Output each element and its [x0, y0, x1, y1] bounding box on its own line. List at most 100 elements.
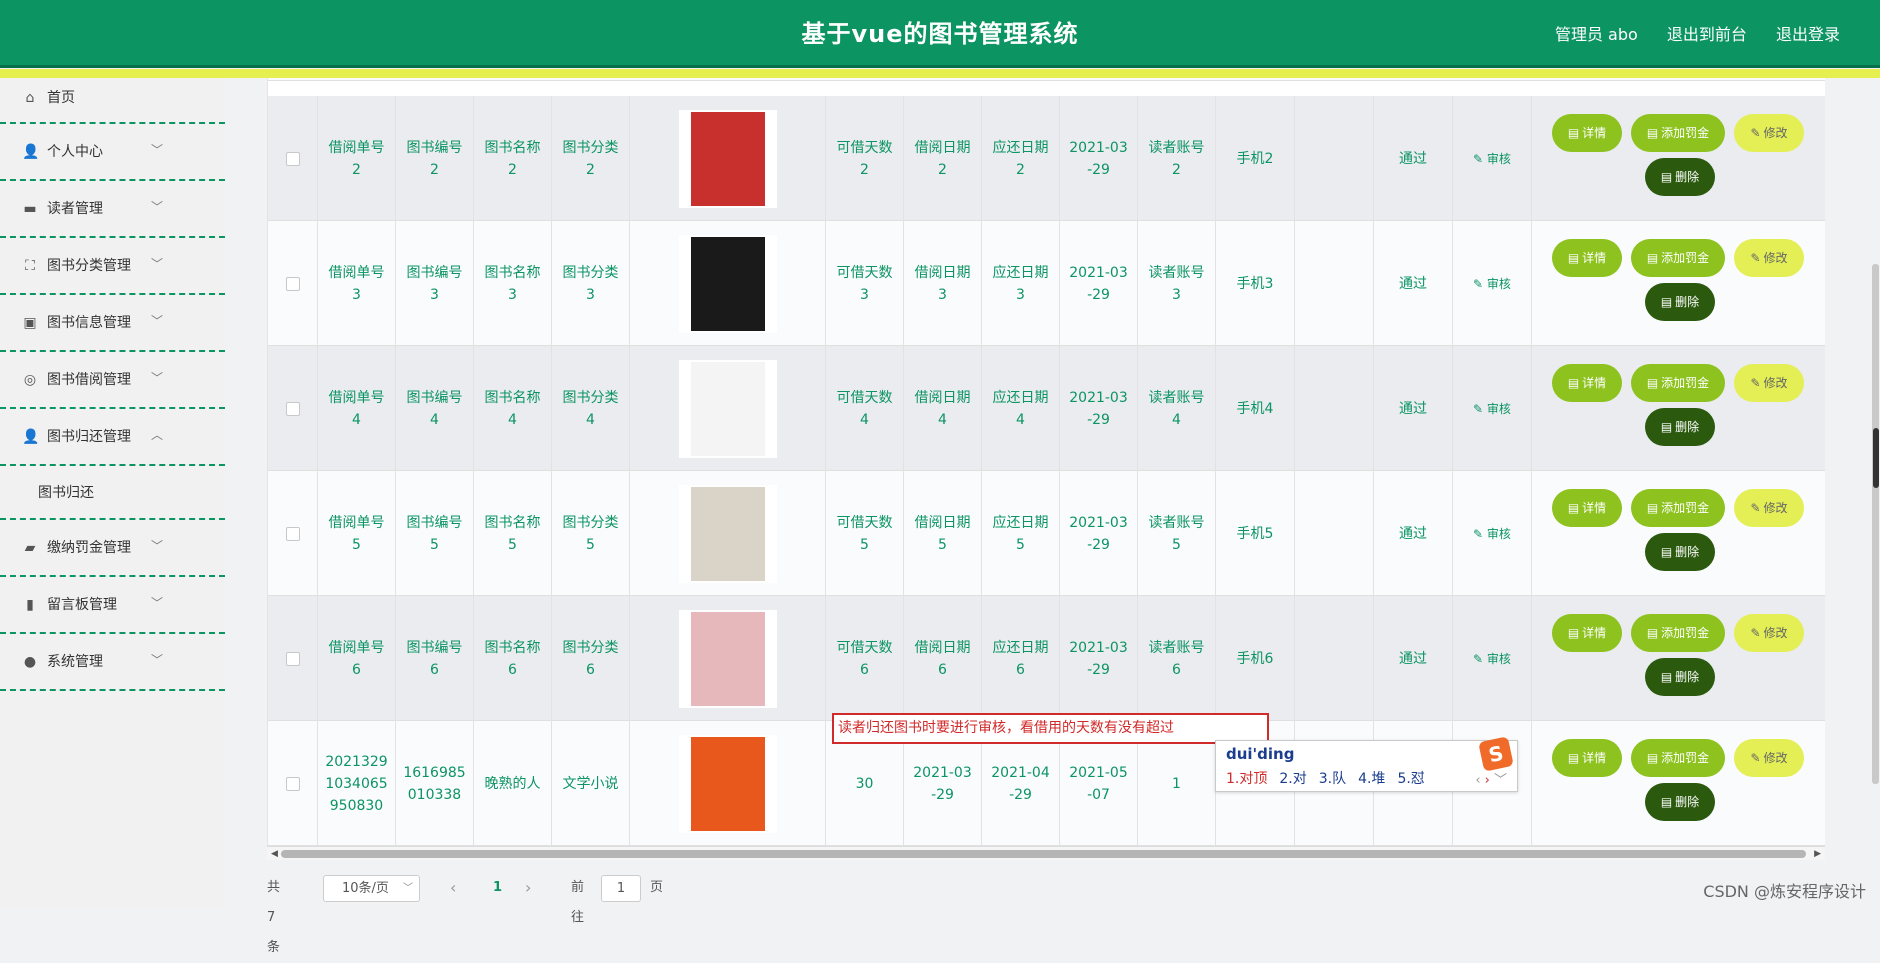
- ime-candidate[interactable]: 2.对: [1279, 771, 1306, 787]
- cell-line: -29: [1087, 661, 1110, 678]
- book-cover-image: [678, 109, 777, 208]
- sidebar-item-label: 首页: [47, 90, 75, 106]
- cell-text: 可借天数 3: [837, 262, 893, 306]
- edit-button[interactable]: ✎ 修改: [1734, 114, 1804, 152]
- cell-borrow-date: 借阅日期 4: [904, 346, 982, 471]
- row-checkbox[interactable]: [285, 276, 300, 291]
- cell-line: 手机6: [1236, 650, 1274, 667]
- vertical-scrollbar[interactable]: [1871, 78, 1880, 908]
- delete-button[interactable]: ▤ 删除: [1645, 783, 1715, 821]
- cell-borrow-no: 借阅单号 6: [318, 596, 396, 721]
- sidebar-item-5[interactable]: ◎ 图书借阅管理 ﹀: [0, 352, 225, 409]
- cell-text: 可借天数 6: [837, 637, 893, 681]
- ime-page-nav[interactable]: ‹ › ﹀: [1475, 769, 1507, 788]
- add-fine-button[interactable]: ▤ 添加罚金: [1631, 114, 1725, 152]
- cell-line: 2: [352, 161, 361, 178]
- admin-label[interactable]: 管理员 abo: [1555, 25, 1638, 44]
- cell-due-date: 应还日期 6: [982, 596, 1060, 721]
- sidebar-item-8[interactable]: ▮ 留言板管理 ﹀: [0, 577, 225, 634]
- delete-button[interactable]: ▤ 删除: [1645, 408, 1715, 446]
- detail-button[interactable]: ▤ 详情: [1552, 614, 1622, 652]
- vertical-scroll-thumb[interactable]: [1872, 264, 1879, 784]
- audit-link[interactable]: ✎ 审核: [1473, 148, 1511, 170]
- delete-button[interactable]: ▤ 删除: [1645, 283, 1715, 321]
- cell-line: 借阅日期: [914, 139, 971, 156]
- detail-button[interactable]: ▤ 详情: [1552, 739, 1622, 777]
- cell-line: 6: [430, 661, 439, 678]
- ime-candidate[interactable]: 1.对顶: [1226, 771, 1267, 787]
- edit-button[interactable]: ✎ 修改: [1734, 364, 1804, 402]
- detail-button[interactable]: ▤ 详情: [1552, 364, 1622, 402]
- cell-line: -29: [1087, 161, 1110, 178]
- button-label: 添加罚金: [1661, 626, 1710, 640]
- delete-button[interactable]: ▤ 删除: [1645, 658, 1715, 696]
- sidebar-item-9[interactable]: ● 系统管理 ﹀: [0, 634, 225, 691]
- cell-text: 2021-05 -07: [1069, 762, 1128, 806]
- current-page[interactable]: 1: [493, 873, 502, 903]
- edit-button[interactable]: ✎ 修改: [1734, 489, 1804, 527]
- table-row: 借阅单号 5 图书编号 5 图书名称 5 图书分类 5 可借天数 5 借阅日期 5 应还日期 5 2021-…: [268, 471, 1825, 596]
- cell-line: 借阅日期: [914, 639, 971, 656]
- sidebar-item-3[interactable]: ⛶ 图书分类管理 ﹀: [0, 238, 225, 295]
- delete-icon: ▤: [1660, 170, 1673, 184]
- scroll-right-arrow[interactable]: ▶: [1814, 847, 1821, 861]
- goto-page-input[interactable]: 1: [601, 875, 641, 902]
- edit-button[interactable]: ✎ 修改: [1734, 614, 1804, 652]
- horizontal-scroll-thumb[interactable]: [281, 850, 1806, 858]
- row-checkbox[interactable]: [285, 651, 300, 666]
- audit-link[interactable]: ✎ 审核: [1473, 648, 1511, 670]
- cell-text: 图书名称 3: [485, 262, 541, 306]
- detail-button[interactable]: ▤ 详情: [1552, 239, 1622, 277]
- add-fine-button[interactable]: ▤ 添加罚金: [1631, 739, 1725, 777]
- sidebar-item-4[interactable]: ▣ 图书信息管理 ﹀: [0, 295, 225, 352]
- add-fine-button[interactable]: ▤ 添加罚金: [1631, 489, 1725, 527]
- cell-line: 应还日期: [992, 639, 1049, 656]
- cell-days: 可借天数 4: [826, 346, 904, 471]
- sidebar-item-6[interactable]: 👤 图书归还管理 ︿: [0, 409, 225, 466]
- row-checkbox[interactable]: [285, 401, 300, 416]
- ime-candidate[interactable]: 4.堆: [1358, 771, 1385, 787]
- target-icon: ◎: [23, 372, 37, 388]
- edit-button[interactable]: ✎ 修改: [1734, 739, 1804, 777]
- sidebar-item-7[interactable]: ▰ 缴纳罚金管理 ﹀: [0, 520, 225, 577]
- cell-line: 借阅日期: [914, 264, 971, 281]
- row-checkbox[interactable]: [285, 526, 300, 541]
- cell-line: 1616985: [403, 764, 466, 781]
- audit-link[interactable]: ✎ 审核: [1473, 523, 1511, 545]
- row-checkbox[interactable]: [285, 776, 300, 791]
- logout-link[interactable]: 退出登录: [1776, 25, 1840, 44]
- select-cell: [268, 721, 318, 846]
- next-page-button[interactable]: ›: [525, 873, 531, 903]
- user-icon: 👤: [22, 429, 40, 445]
- ime-candidate[interactable]: 5.怼: [1397, 771, 1424, 787]
- cell-book-no: 图书编号 3: [396, 221, 474, 346]
- delete-button[interactable]: ▤ 删除: [1645, 533, 1715, 571]
- add-fine-button[interactable]: ▤ 添加罚金: [1631, 614, 1725, 652]
- cell-status: 通过: [1374, 96, 1453, 221]
- sidebar-subitem-return[interactable]: 图书归还: [0, 466, 225, 520]
- cell-line: 手机4: [1236, 400, 1274, 417]
- back-to-front-link[interactable]: 退出到前台: [1667, 25, 1747, 44]
- cell-line: 图书编号: [406, 389, 463, 406]
- audit-link[interactable]: ✎ 审核: [1473, 273, 1511, 295]
- add-fine-button[interactable]: ▤ 添加罚金: [1631, 364, 1725, 402]
- add-fine-button[interactable]: ▤ 添加罚金: [1631, 239, 1725, 277]
- button-label: 删除: [1675, 545, 1700, 559]
- page-size-select[interactable]: 10条/页 ﹀: [323, 875, 420, 902]
- edit-icon: ✎: [1750, 126, 1761, 140]
- sidebar-item-2[interactable]: ▬ 读者管理 ﹀: [0, 181, 225, 238]
- horizontal-scrollbar[interactable]: ◀ ▶: [267, 846, 1825, 860]
- audit-link[interactable]: ✎ 审核: [1473, 398, 1511, 420]
- sidebar-item-0[interactable]: ⌂ 首页: [0, 78, 225, 124]
- scroll-left-arrow[interactable]: ◀: [271, 847, 278, 861]
- prev-page-button[interactable]: ‹: [450, 873, 456, 903]
- cell-text: 图书分类 6: [563, 637, 619, 681]
- detail-button[interactable]: ▤ 详情: [1552, 114, 1622, 152]
- delete-button[interactable]: ▤ 删除: [1645, 158, 1715, 196]
- edit-button[interactable]: ✎ 修改: [1734, 239, 1804, 277]
- row-checkbox[interactable]: [285, 151, 300, 166]
- sidebar-item-1[interactable]: 👤 个人中心 ﹀: [0, 124, 225, 181]
- detail-button[interactable]: ▤ 详情: [1552, 489, 1622, 527]
- cell-text: 应还日期 3: [993, 262, 1049, 306]
- ime-candidate[interactable]: 3.队: [1319, 771, 1346, 787]
